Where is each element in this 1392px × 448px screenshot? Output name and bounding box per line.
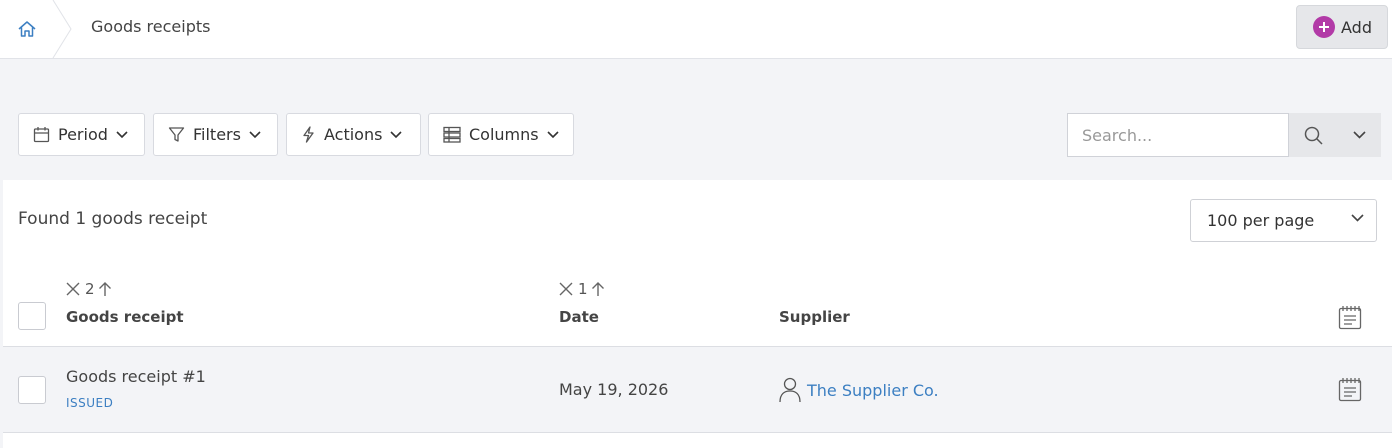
row-date: May 19, 2026 [559, 380, 669, 399]
column-header-supplier[interactable]: Supplier [779, 308, 850, 326]
close-icon [559, 282, 573, 296]
clear-sort-goods-receipt[interactable] [66, 282, 80, 296]
actions-label: Actions [324, 125, 383, 144]
top-bar: Goods receipts Add [0, 0, 1392, 59]
home-link[interactable] [0, 0, 54, 58]
chevron-down-icon [390, 130, 403, 138]
person-icon [779, 377, 801, 403]
table-row[interactable]: Goods receipt #1 ISSUED May 19, 2026 The… [3, 347, 1392, 433]
clear-sort-date[interactable] [559, 282, 573, 296]
select-all-checkbox[interactable] [18, 302, 46, 330]
search-button[interactable] [1289, 113, 1337, 157]
filters-label: Filters [193, 125, 241, 144]
notepad-icon[interactable] [1338, 377, 1362, 402]
arrow-up-icon [591, 281, 604, 296]
toolbar: Period Filters Actions Columns [3, 89, 1392, 180]
supplier-name: The Supplier Co. [807, 380, 939, 400]
close-icon [66, 282, 80, 296]
period-button[interactable]: Period [18, 113, 145, 156]
plus-circle-icon [1313, 16, 1335, 38]
sort-order-date: 1 [578, 280, 588, 298]
row-checkbox[interactable] [18, 376, 46, 404]
search-options-dropdown[interactable] [1337, 113, 1381, 157]
calendar-icon [33, 127, 50, 143]
breadcrumb-separator [52, 0, 72, 58]
goods-receipt-title[interactable]: Goods receipt #1 [66, 367, 206, 386]
add-button-label: Add [1341, 17, 1372, 37]
actions-button[interactable]: Actions [286, 113, 421, 156]
status-badge: ISSUED [66, 396, 114, 410]
arrow-up-icon [98, 281, 111, 296]
sort-order-goods-receipt: 2 [85, 280, 95, 298]
supplier-link[interactable]: The Supplier Co. [779, 377, 939, 403]
column-header-goods-receipt[interactable]: Goods receipt [66, 308, 184, 326]
funnel-icon [168, 127, 185, 142]
search-icon [1304, 126, 1323, 145]
columns-button[interactable]: Columns [428, 113, 574, 156]
results-count: Found 1 goods receipt [18, 209, 208, 229]
columns-label: Columns [469, 125, 539, 144]
home-icon [18, 21, 36, 37]
sort-direction-goods-receipt[interactable] [98, 281, 112, 297]
per-page-value: 100 per page [1207, 211, 1315, 230]
search-input[interactable] [1067, 113, 1289, 157]
sort-indicator-date: 1 [559, 280, 605, 298]
add-button[interactable]: Add [1296, 5, 1388, 49]
chevron-down-icon [1351, 214, 1364, 222]
per-page-select[interactable]: 100 per page [1190, 199, 1377, 242]
chevron-down-icon [249, 130, 261, 138]
chevron-down-icon [116, 130, 128, 138]
sort-indicator-goods-receipt: 2 [66, 280, 112, 298]
period-label: Period [58, 125, 108, 144]
sort-direction-date[interactable] [591, 281, 605, 297]
columns-icon [443, 126, 461, 143]
breadcrumb-current: Goods receipts [91, 17, 211, 36]
chevron-down-icon [1352, 131, 1366, 139]
column-header-date[interactable]: Date [559, 308, 599, 326]
filters-button[interactable]: Filters [153, 113, 278, 156]
notepad-icon[interactable] [1338, 305, 1362, 330]
main-panel: Period Filters Actions Columns Search...… [3, 89, 1392, 448]
chevron-down-icon [547, 130, 559, 138]
lightning-icon [303, 126, 314, 143]
